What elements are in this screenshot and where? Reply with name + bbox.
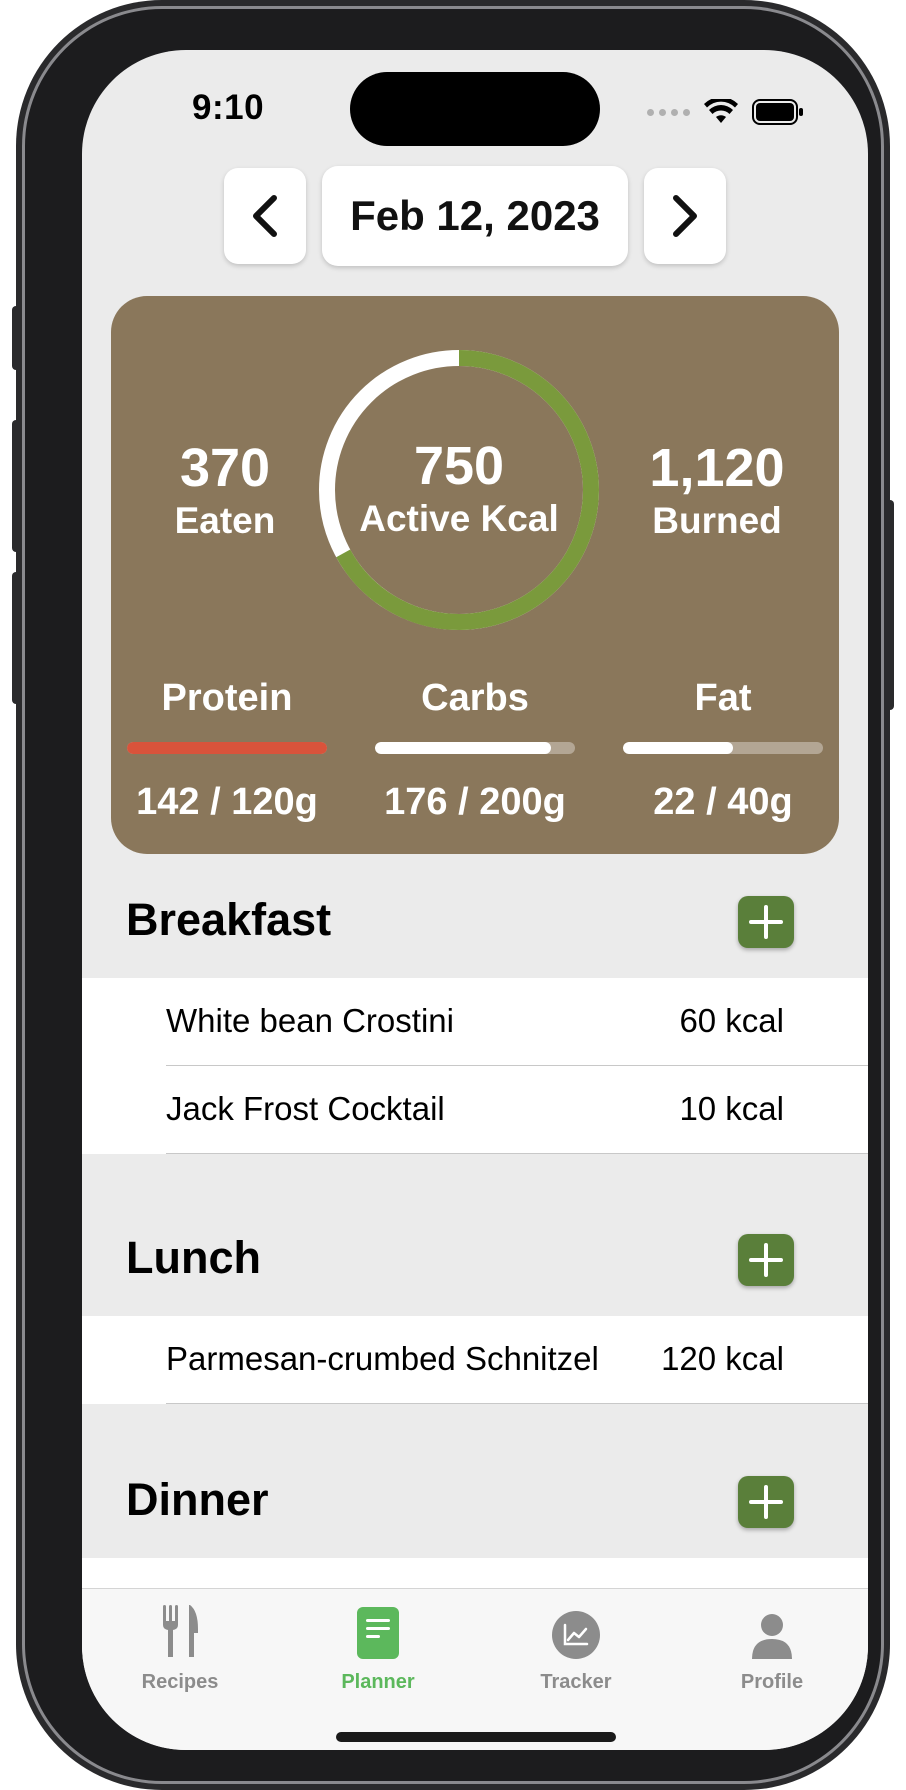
macro-progress-fill bbox=[375, 742, 551, 754]
add-dinner-button[interactable] bbox=[738, 1476, 794, 1528]
food-name: Parmesan-crumbed Schnitzel bbox=[166, 1340, 599, 1377]
active-stat: 750 Active Kcal bbox=[317, 436, 601, 542]
row-divider bbox=[166, 1153, 868, 1154]
date-navigator: Feb 12, 2023 bbox=[82, 166, 868, 268]
plus-icon bbox=[749, 1243, 783, 1277]
macro-fat: Fat 22 / 40g bbox=[623, 676, 823, 824]
eaten-stat: 370 Eaten bbox=[115, 438, 335, 544]
tab-label: Profile bbox=[740, 1671, 804, 1693]
list-item[interactable]: Jack Frost Cocktail 10 kcal bbox=[82, 1066, 868, 1154]
tab-label: Planner bbox=[341, 1671, 415, 1693]
phone-frame: 9:10 Feb 12, 2023 370 Eaten 750 Active K… bbox=[12, 6, 894, 1784]
macro-value: 142 / 120g bbox=[136, 781, 318, 823]
volume-down-button bbox=[12, 572, 20, 704]
macro-name: Protein bbox=[161, 677, 293, 719]
burned-stat: 1,120 Burned bbox=[597, 438, 837, 544]
wifi-icon bbox=[704, 99, 738, 123]
meal-title: Breakfast bbox=[126, 894, 332, 945]
eaten-label: Eaten bbox=[174, 500, 276, 541]
chevron-left-icon bbox=[253, 195, 277, 237]
macro-carbs: Carbs 176 / 200g bbox=[375, 676, 575, 824]
status-bar: 9:10 bbox=[82, 50, 868, 170]
food-kcal: 60 kcal bbox=[679, 1002, 784, 1039]
status-time: 9:10 bbox=[192, 88, 265, 127]
dynamic-island bbox=[350, 72, 600, 146]
meal-title: Lunch bbox=[126, 1232, 261, 1283]
add-breakfast-button[interactable] bbox=[738, 896, 794, 948]
macro-progress-track bbox=[623, 742, 823, 754]
meal-title: Dinner bbox=[126, 1474, 269, 1525]
person-icon bbox=[752, 1614, 792, 1659]
status-icons bbox=[647, 92, 804, 132]
macro-name: Fat bbox=[694, 677, 752, 719]
macro-protein: Protein 142 / 120g bbox=[127, 676, 327, 824]
screen: 9:10 Feb 12, 2023 370 Eaten 750 Active K… bbox=[82, 50, 868, 1750]
meal-section-lunch: Lunch bbox=[82, 1204, 868, 1316]
tab-recipes[interactable]: Recipes bbox=[100, 1601, 260, 1694]
home-indicator[interactable] bbox=[336, 1732, 616, 1742]
food-name: Jack Frost Cocktail bbox=[166, 1090, 445, 1127]
tab-label: Recipes bbox=[141, 1671, 219, 1693]
tab-tracker[interactable]: Tracker bbox=[496, 1601, 656, 1694]
macro-value: 176 / 200g bbox=[384, 781, 566, 823]
macro-progress-track bbox=[127, 742, 327, 754]
previous-day-button[interactable] bbox=[224, 168, 306, 264]
active-kcal-value: 750 bbox=[413, 436, 505, 496]
document-icon bbox=[357, 1607, 399, 1659]
food-name: White bean Crostini bbox=[166, 1002, 454, 1039]
plus-icon bbox=[749, 905, 783, 939]
list-item[interactable]: Parmesan-crumbed Schnitzel 120 kcal bbox=[82, 1316, 868, 1404]
meal-section-breakfast: Breakfast bbox=[82, 866, 868, 978]
food-kcal: 10 kcal bbox=[679, 1090, 784, 1127]
tab-label: Tracker bbox=[540, 1671, 612, 1693]
next-day-button[interactable] bbox=[644, 168, 726, 264]
active-kcal-label: Active Kcal bbox=[359, 498, 559, 539]
macro-progress-fill bbox=[127, 742, 327, 754]
volume-up-button bbox=[12, 420, 20, 552]
tab-bar: Recipes Planner Tracker Profile bbox=[82, 1588, 868, 1750]
fork-knife-icon bbox=[163, 1605, 198, 1657]
calorie-summary-card: 370 Eaten 750 Active Kcal 1,120 Burned P… bbox=[111, 296, 839, 854]
row-divider bbox=[166, 1403, 868, 1404]
tab-planner[interactable]: Planner bbox=[298, 1601, 458, 1694]
chart-icon bbox=[552, 1611, 600, 1659]
meal-list-lunch: Parmesan-crumbed Schnitzel 120 kcal bbox=[82, 1316, 868, 1404]
meal-list-breakfast: White bean Crostini 60 kcal Jack Frost C… bbox=[82, 978, 868, 1154]
list-item[interactable]: White bean Crostini 60 kcal bbox=[82, 978, 868, 1066]
battery-icon bbox=[752, 99, 803, 125]
add-lunch-button[interactable] bbox=[738, 1234, 794, 1286]
burned-value: 1,120 bbox=[649, 438, 785, 498]
macro-name: Carbs bbox=[421, 677, 529, 719]
meal-section-dinner: Dinner bbox=[82, 1446, 868, 1558]
current-date[interactable]: Feb 12, 2023 bbox=[322, 166, 628, 266]
power-button bbox=[886, 500, 894, 710]
mute-switch bbox=[12, 306, 20, 370]
food-kcal: 120 kcal bbox=[661, 1340, 784, 1377]
plus-icon bbox=[749, 1485, 783, 1519]
burned-label: Burned bbox=[652, 500, 782, 541]
macro-value: 22 / 40g bbox=[653, 781, 793, 823]
chevron-right-icon bbox=[673, 195, 697, 237]
macro-progress-fill bbox=[623, 742, 733, 754]
eaten-value: 370 bbox=[179, 438, 271, 498]
macro-progress-track bbox=[375, 742, 575, 754]
signal-icon bbox=[647, 108, 690, 116]
tab-profile[interactable]: Profile bbox=[692, 1601, 852, 1694]
